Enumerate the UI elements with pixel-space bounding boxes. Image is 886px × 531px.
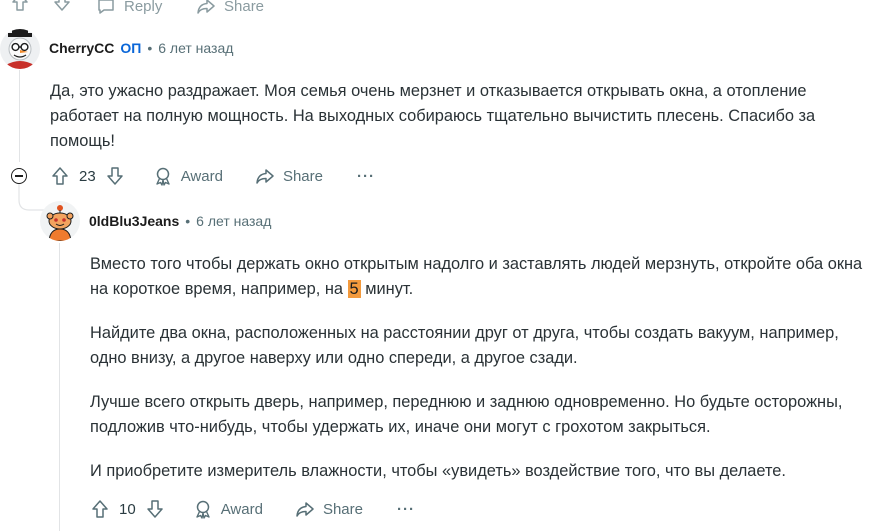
share-label: Share xyxy=(322,500,363,518)
comment-timestamp[interactable]: 6 лет назад xyxy=(158,40,233,56)
comment-paragraph: Найдите два окна, расположенных на расст… xyxy=(90,324,839,367)
thread-line-reply xyxy=(59,243,60,531)
paragraph-text: Вместо того чтобы держать окно открытым … xyxy=(90,255,863,298)
comment-paragraph: Лучше всего открыть дверь, например, пер… xyxy=(90,393,843,436)
comment-body: Вместо того чтобы держать окно открытым … xyxy=(90,252,870,484)
share-button[interactable]: Share xyxy=(196,0,264,20)
comment-header: CherryCC ОП • 6 лет назад xyxy=(49,40,233,56)
more-options-button[interactable]: ··· xyxy=(397,495,415,523)
award-button[interactable]: Award xyxy=(193,495,263,523)
op-badge: ОП xyxy=(120,40,142,56)
reply-label: Reply xyxy=(124,0,163,15)
search-highlight: 5 xyxy=(347,279,361,298)
award-label: Award xyxy=(220,500,263,518)
share-icon xyxy=(296,502,314,517)
paragraph-text: минут. xyxy=(360,279,414,298)
upvote-icon[interactable] xyxy=(10,0,30,17)
separator-dot: • xyxy=(185,213,191,229)
comment-paragraph: Вместо того чтобы держать окно открытым … xyxy=(90,252,870,301)
vote-count: 23 xyxy=(79,167,96,185)
comment-timestamp[interactable]: 6 лет назад xyxy=(196,213,271,229)
author-name[interactable]: CherryCC xyxy=(49,40,114,56)
comment-paragraph: И приобретите измеритель влажности, чтоб… xyxy=(90,462,786,480)
separator-dot: • xyxy=(147,40,153,56)
thread-connector xyxy=(18,184,44,211)
author-name[interactable]: 0ldBlu3Jeans xyxy=(89,213,179,229)
share-button[interactable]: Share xyxy=(295,495,363,523)
downvote-icon[interactable] xyxy=(52,0,72,17)
comment-actions: 23 Award Share ··· xyxy=(50,162,375,190)
award-icon xyxy=(195,500,210,519)
collapse-thread-button[interactable] xyxy=(11,168,27,184)
snowman-avatar-icon xyxy=(6,29,34,69)
downvote-icon[interactable] xyxy=(105,166,125,186)
award-label: Award xyxy=(180,167,223,185)
award-icon xyxy=(155,167,170,186)
comment-body: Да, это ужасно раздражает. Моя семья оче… xyxy=(50,79,870,154)
comment-text: Да, это ужасно раздражает. Моя семья оче… xyxy=(50,82,816,150)
reply-button[interactable]: Reply xyxy=(96,0,162,20)
vote-count: 10 xyxy=(119,500,136,518)
award-button[interactable]: Award xyxy=(153,162,223,190)
share-label: Share xyxy=(224,0,265,15)
reply-icon xyxy=(98,0,114,14)
avatar[interactable] xyxy=(40,201,80,241)
share-label: Share xyxy=(282,167,323,185)
snoo-avatar-icon xyxy=(46,205,74,241)
upvote-icon[interactable] xyxy=(90,499,110,519)
thread-line-main xyxy=(19,70,20,162)
comment-actions: 10 Award Share ··· xyxy=(90,495,415,523)
share-icon xyxy=(197,0,215,14)
comment-header: 0ldBlu3Jeans • 6 лет назад xyxy=(89,213,271,229)
upvote-icon[interactable] xyxy=(50,166,70,186)
downvote-icon[interactable] xyxy=(145,499,165,519)
avatar[interactable] xyxy=(0,29,40,69)
share-icon xyxy=(256,169,274,184)
more-options-button[interactable]: ··· xyxy=(357,162,375,190)
share-button[interactable]: Share xyxy=(255,162,323,190)
